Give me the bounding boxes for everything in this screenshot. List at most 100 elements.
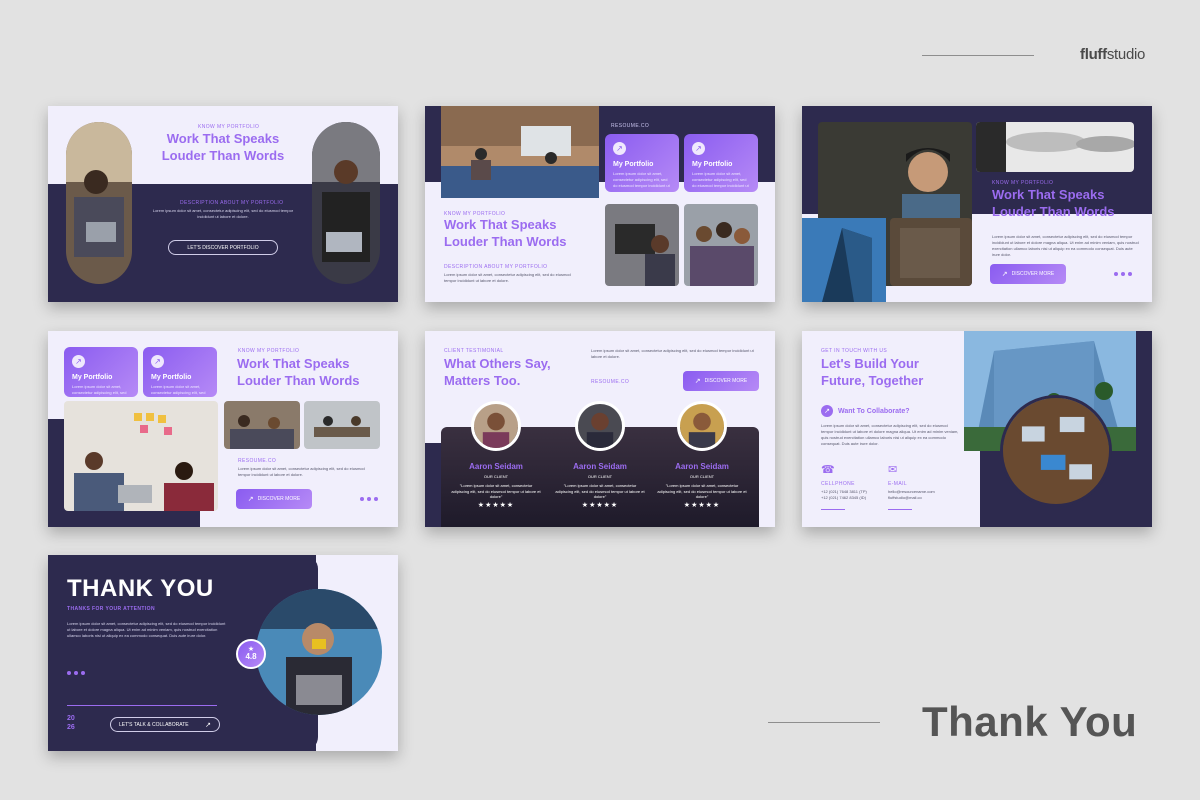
discover-more-button[interactable]: ↗ DISCOVER MORE [683,371,759,391]
slide-3[interactable]: KNOW MY PORTFOLIO Work That Speaks Loude… [802,106,1152,302]
headline-line-1: Work That Speaks [237,356,350,371]
rating-stars-2: ★★★★★ [581,502,619,509]
email-icon: ✉ [888,464,898,476]
client-name-1: Aaron Seidam [469,462,523,471]
kicker: KNOW MY PORTFOLIO [992,180,1054,186]
team-photo-left [66,122,132,284]
desc-text: Lorem ipsum dolor sit amet, consectetur … [67,621,226,638]
desc-label: DESCRIPTION ABOUT MY PORTFOLIO [180,200,284,206]
slide-2[interactable]: RESOUME.CO ↗ My Portfolio Lorem ipsum do… [425,106,775,302]
headline-line-2: Louder Than Words [237,373,360,388]
year-top: 20 [67,715,75,722]
portfolio-card-2[interactable]: ↗ My Portfolio Lorem ipsum dolor sit ame… [143,347,217,397]
title-line-2: Matters Too. [444,373,521,388]
kicker: GET IN TOUCH WITH US [821,348,888,354]
team-overhead-photo [1000,395,1112,507]
portfolio-card-2[interactable]: ↗ My Portfolio Lorem ipsum dolor sit ame… [684,134,758,192]
discover-more-button[interactable]: ↗ DISCOVER MORE [990,264,1066,284]
client-quote-2: "Lorem ipsum dolor sit amet, consectetur… [555,483,645,500]
email-underline [888,509,912,510]
client-quote-3: "Lorem ipsum dolor sit amet, consectetur… [657,483,747,500]
slide-5[interactable]: CLIENT TESTIMONIAL What Others Say, Matt… [425,331,775,527]
resume-label: RESOUME.CO [238,458,277,464]
portfolio-card-1[interactable]: ↗ My Portfolio Lorem ipsum dolor sit ame… [64,347,138,397]
building-photo [802,218,886,302]
office-photo-1 [605,204,679,286]
thank-you-title: THANK YOU [67,575,214,602]
arrow-icon: ↗ [247,496,254,503]
sticky-notes-photo [64,401,218,511]
meeting-photo-2 [304,401,380,449]
arrow-icon: ↗ [151,355,164,368]
title-line-2: Future, Together [821,373,924,388]
slide-1[interactable]: KNOW MY PORTFOLIO Work That Speaks Loude… [48,106,398,302]
meeting-photo-1 [224,401,300,449]
desc-text: Lorem ipsum dolor sit amet, consectetur … [821,423,959,446]
kicker: KNOW MY PORTFOLIO [238,348,300,354]
portfolio-card-1[interactable]: ↗ My Portfolio Lorem ipsum dolor sit ame… [605,134,679,192]
pagination-dots [67,671,85,675]
pagination-dots [1114,272,1132,276]
headline-line-1: Work That Speaks [444,217,557,232]
meeting-photo [441,106,599,198]
headline-line-2: Louder Than Words [444,234,567,249]
kicker: KNOW MY PORTFOLIO [198,124,260,130]
desc-text: Lorem ipsum dolor sit amet, consectetur … [238,466,365,477]
rating-badge: ★ 4.8 [236,639,266,669]
phone-label: CELLPHONE [821,481,855,487]
collab-row[interactable]: ↗ Want To Collaborate? [821,405,910,417]
arrow-icon: ↗ [205,721,211,729]
laptop-photo [890,218,972,286]
office-photo-2 [684,204,758,286]
headline-line-2: Louder Than Words [992,204,1115,219]
desc-text: Lorem ipsum dolor sit amet, consectetur … [152,208,294,219]
slide-7[interactable]: THANK YOU THANKS FOR YOUR ATTENTION Lore… [48,555,398,751]
desc-text: Lorem ipsum dolor sit amet, consectetur … [591,348,754,359]
client-avatar-1 [471,401,521,451]
email-2: fluffstudio@mail.co [888,495,922,500]
discover-more-button[interactable]: ↗ DISCOVER MORE [236,489,312,509]
client-name-2: Aaron Seidam [573,462,627,471]
year-bottom: 26 [67,724,75,731]
headline-line-1: Work That Speaks [166,131,280,146]
phone-2: +12 (021) 7462 8345 (ID) [821,495,867,500]
person-coffee-photo [256,589,382,715]
client-name-3: Aaron Seidam [675,462,729,471]
divider-line [67,705,217,706]
client-avatar-3 [677,401,727,451]
title-line-1: What Others Say, [444,356,551,371]
brand-logo: fluffstudio [1080,46,1146,63]
talk-collaborate-button[interactable]: LET'S TALK & COLLABORATE ↗ [110,717,220,732]
rating-stars-1: ★★★★★ [477,502,515,509]
email-label: E-MAIL [888,481,908,487]
resume-label: RESOUME.CO [611,123,650,129]
rating-stars-3: ★★★★★ [683,502,721,509]
arrow-icon: ↗ [1001,271,1008,278]
resume-label: RESOUME.CO [591,379,630,385]
client-role-3: OUR CLIENT [689,474,715,479]
navy-left-strip [425,443,441,527]
desc-text: Lorem ipsum dolor sit amet, consectetur … [992,234,1139,257]
arrow-icon: ↗ [821,405,833,417]
bottom-divider [768,722,880,723]
top-divider [922,55,1034,56]
footer-title: Thank You [922,698,1138,745]
client-role-1: OUR CLIENT [483,474,509,479]
client-avatar-2 [575,401,625,451]
team-photo-right [312,122,380,284]
phone-icon: ☎ [821,464,835,476]
slide-6[interactable]: GET IN TOUCH WITH US Let's Build Your Fu… [802,331,1152,527]
slide-4[interactable]: ↗ My Portfolio Lorem ipsum dolor sit ame… [48,331,398,527]
title-line-1: Let's Build Your [821,356,919,371]
arrow-icon: ↗ [613,142,626,155]
client-role-2: OUR CLIENT [587,474,613,479]
architecture-photo [976,122,1134,172]
arrow-icon: ↗ [692,142,705,155]
desc-text: Lorem ipsum dolor sit amet, consectetur … [444,272,571,283]
discover-portfolio-button[interactable]: LET'S DISCOVER PORTFOLIO [168,240,278,255]
desc-label: DESCRIPTION ABOUT MY PORTFOLIO [444,264,548,270]
kicker: CLIENT TESTIMONIAL [444,348,504,354]
arrow-icon: ↗ [694,378,701,385]
phone-underline [821,509,845,510]
thank-you-subtitle: THANKS FOR YOUR ATTENTION [67,606,155,612]
